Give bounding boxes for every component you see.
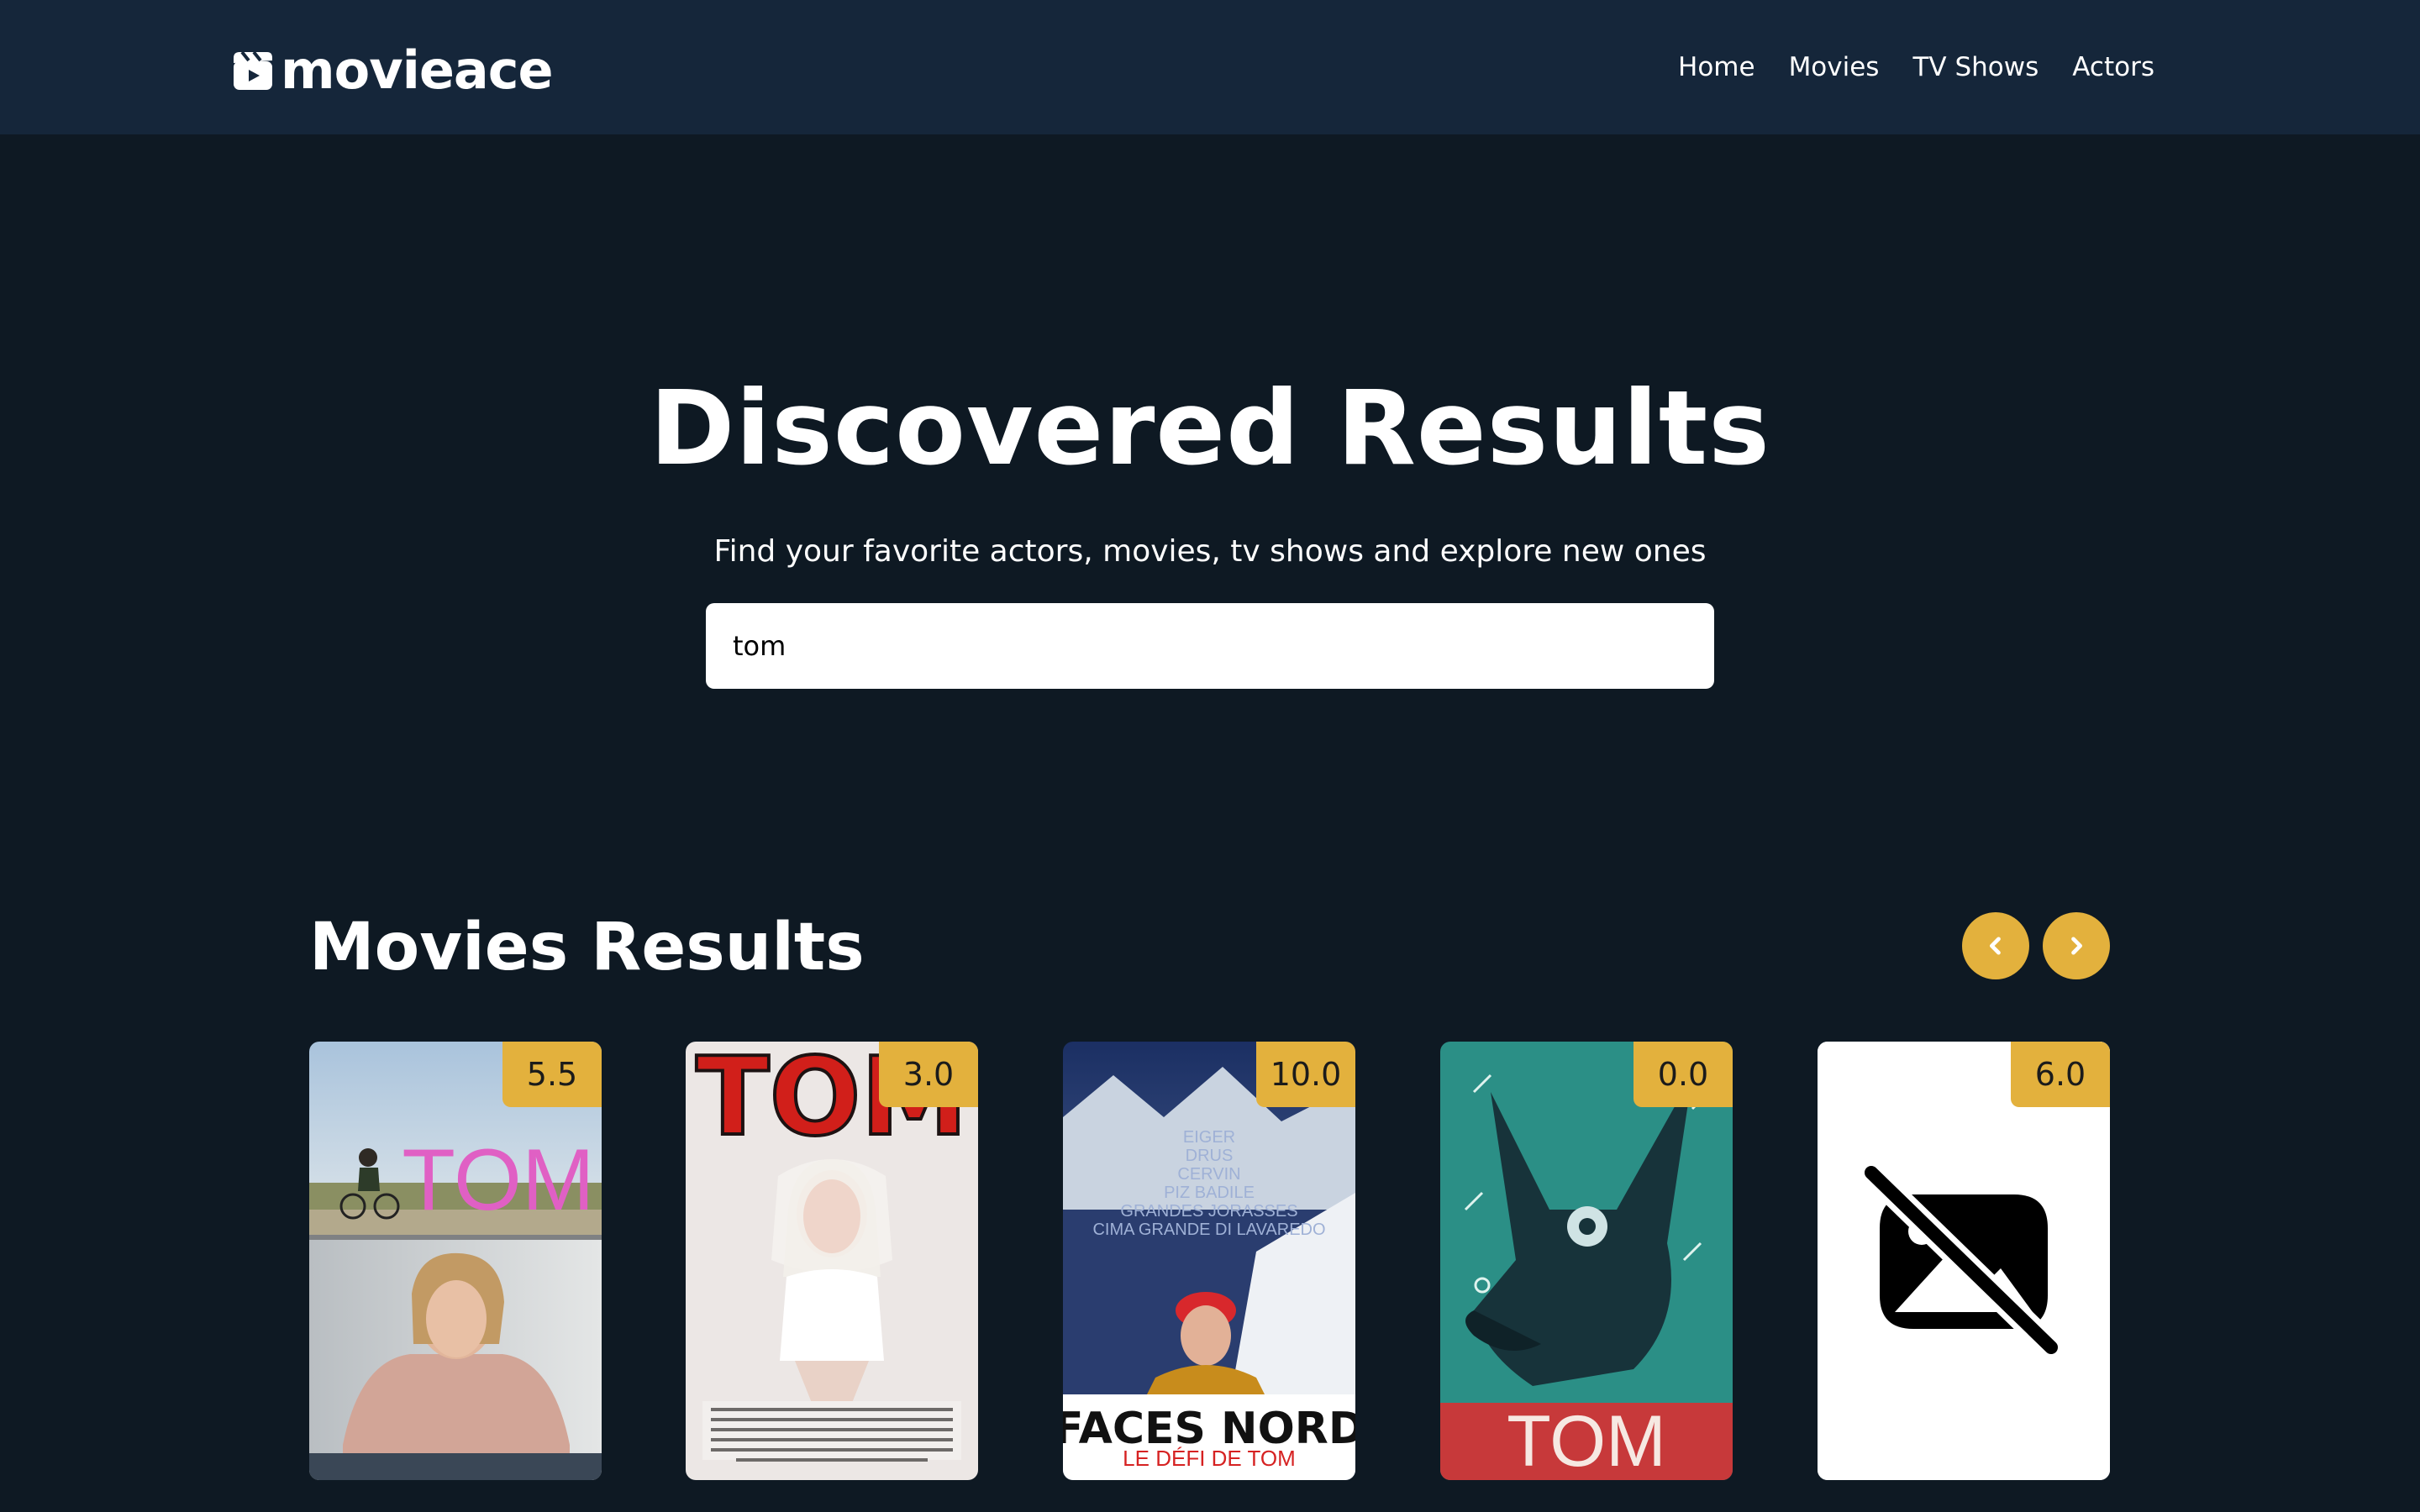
nav-home[interactable]: Home	[1678, 52, 1755, 82]
brand-logo[interactable]: movieace	[232, 39, 554, 101]
poster-peak: EIGER	[1183, 1128, 1235, 1147]
search-input[interactable]	[706, 603, 1714, 689]
rating-badge: 3.0	[879, 1042, 978, 1107]
movie-card[interactable]: TOM 3.0	[686, 1042, 978, 1480]
top-navbar: movieace Home Movies TV Shows Actors	[0, 0, 2420, 134]
nav-tv-shows[interactable]: TV Shows	[1912, 52, 2039, 82]
movie-card[interactable]: TOM 0.0	[1440, 1042, 1733, 1480]
poster-peak: PIZ BADILE	[1164, 1184, 1255, 1202]
poster-subtitle: LE DÉFI DE TOM	[1123, 1446, 1296, 1471]
rating-badge: 0.0	[1634, 1042, 1733, 1107]
poster-title: TOM	[1507, 1401, 1666, 1480]
chevron-left-icon	[1990, 937, 2001, 955]
main-nav: Home Movies TV Shows Actors	[1678, 47, 2154, 87]
rating-badge: 5.5	[502, 1042, 602, 1107]
poster-title: TOM	[402, 1131, 594, 1229]
movie-card[interactable]: EIGER DRUS CERVIN PIZ BADILE GRANDES JOR…	[1063, 1042, 1355, 1480]
poster-peak: GRANDES JORASSES	[1120, 1202, 1297, 1221]
movie-card[interactable]: TOM 5.5	[309, 1042, 602, 1480]
rating-badge: 10.0	[1256, 1042, 1355, 1107]
brand-name: movieace	[281, 39, 554, 101]
poster-peak: CERVIN	[1177, 1165, 1240, 1184]
page-title: Discovered Results	[650, 369, 1770, 488]
carousel-prev-button[interactable]	[1962, 912, 2029, 979]
movies-results-title: Movies Results	[309, 910, 865, 985]
clapperboard-icon	[234, 50, 272, 90]
movie-poster: TOM	[309, 1042, 602, 1480]
poster-peak: CIMA GRANDE DI LAVAREDO	[1092, 1221, 1325, 1239]
image-off-icon	[1818, 1042, 2110, 1480]
movie-carousel: TOM 5.5 TOM 3.0 EIGER DRUS CERVIN PIZ BA…	[309, 1042, 2111, 1482]
nav-actors[interactable]: Actors	[2072, 52, 2154, 82]
movie-card[interactable]: 6.0	[1818, 1042, 2110, 1480]
chevron-right-icon	[2071, 937, 2082, 955]
poster-peak: DRUS	[1186, 1147, 1234, 1165]
carousel-next-button[interactable]	[2043, 912, 2110, 979]
rating-badge: 6.0	[2011, 1042, 2110, 1107]
page-subtitle: Find your favorite actors, movies, tv sh…	[713, 534, 1707, 569]
movie-poster: TOM	[1440, 1042, 1733, 1480]
movie-poster: TOM	[686, 1042, 978, 1480]
nav-movies[interactable]: Movies	[1789, 52, 1880, 82]
movie-poster: EIGER DRUS CERVIN PIZ BADILE GRANDES JOR…	[1063, 1042, 1355, 1480]
